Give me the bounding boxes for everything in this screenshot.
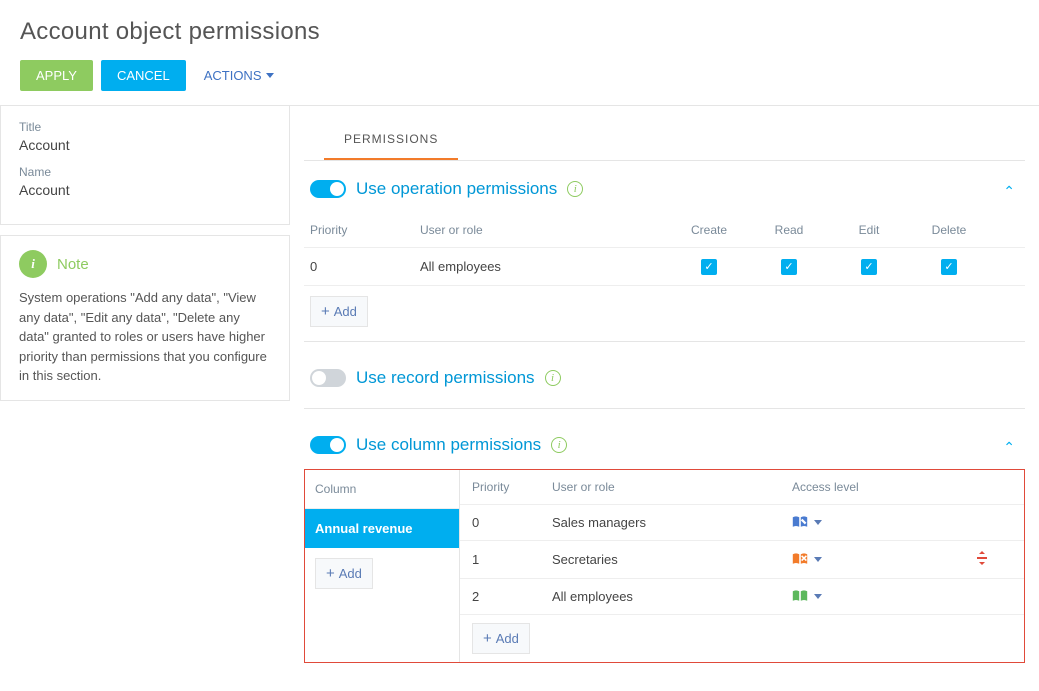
page-header: Account object permissions APPLY CANCEL … [0, 0, 1039, 106]
note-panel: i Note System operations "Add any data",… [0, 235, 290, 401]
read-checkbox[interactable] [781, 259, 797, 275]
add-label: Add [334, 304, 357, 319]
col-delete: Delete [909, 223, 989, 237]
cp-priority: 2 [472, 589, 552, 604]
help-icon[interactable]: i [545, 370, 561, 386]
actions-label: ACTIONS [204, 68, 262, 83]
access-level-select[interactable] [792, 552, 952, 566]
plus-icon: + [321, 303, 330, 320]
note-body: System operations "Add any data", "View … [19, 288, 271, 386]
book-deny-icon [792, 552, 808, 566]
record-permissions-section: Use record permissions i [304, 368, 1025, 417]
info-icon: i [19, 250, 47, 278]
cp-col-priority: Priority [472, 480, 552, 494]
help-icon[interactable]: i [551, 437, 567, 453]
cp-user: Secretaries [552, 552, 792, 567]
column-permissions-box: Column Annual revenue + Add Priority Use… [304, 469, 1025, 663]
chevron-down-icon [814, 520, 822, 525]
chevron-down-icon [814, 557, 822, 562]
main-content: PERMISSIONS Use operation permissions i … [290, 106, 1039, 691]
col-read: Read [749, 223, 829, 237]
sidebar: Title Account Name Account i Note System… [0, 106, 290, 691]
add-operation-button[interactable]: + Add [310, 296, 368, 327]
add-column-button[interactable]: + Add [315, 558, 373, 589]
row-user: All employees [420, 259, 669, 274]
column-item-annual-revenue[interactable]: Annual revenue [305, 509, 459, 548]
name-value[interactable]: Account [19, 182, 271, 198]
chevron-down-icon [266, 73, 274, 78]
operation-title[interactable]: Use operation permissions [356, 179, 557, 199]
column-access-row[interactable]: 1 Secretaries [460, 541, 1024, 579]
cp-user: All employees [552, 589, 792, 604]
col-edit: Edit [829, 223, 909, 237]
cp-priority: 1 [472, 552, 552, 567]
col-create: Create [669, 223, 749, 237]
details-panel: Title Account Name Account [0, 106, 290, 225]
actions-menu[interactable]: ACTIONS [204, 68, 274, 83]
record-toggle[interactable] [310, 369, 346, 387]
add-label: Add [339, 566, 362, 581]
tab-permissions[interactable]: PERMISSIONS [324, 120, 458, 160]
column-access-table: Priority User or role Access level 0 Sal… [460, 470, 1024, 662]
add-label: Add [496, 631, 519, 646]
plus-icon: + [483, 630, 492, 647]
collapse-caret-icon[interactable]: ⌃ [1003, 183, 1015, 200]
toolbar: APPLY CANCEL ACTIONS [20, 60, 1019, 91]
plus-icon: + [326, 565, 335, 582]
column-title[interactable]: Use column permissions [356, 435, 541, 455]
column-access-row[interactable]: 0 Sales managers [460, 505, 1024, 541]
cp-priority: 0 [472, 515, 552, 530]
cp-col-user: User or role [552, 480, 792, 494]
add-column-access-button[interactable]: + Add [472, 623, 530, 654]
column-permissions-section: Use column permissions i ⌃ Column Annual… [304, 435, 1025, 671]
create-checkbox[interactable] [701, 259, 717, 275]
cp-col-access: Access level [792, 480, 952, 494]
delete-checkbox[interactable] [941, 259, 957, 275]
tabs: PERMISSIONS [304, 116, 1025, 161]
page-title: Account object permissions [20, 18, 1019, 46]
drag-handle-icon[interactable] [952, 551, 1012, 568]
col-priority: Priority [310, 223, 420, 237]
chevron-down-icon [814, 594, 822, 599]
note-title: Note [57, 256, 89, 273]
row-priority: 0 [310, 259, 420, 274]
apply-button[interactable]: APPLY [20, 60, 93, 91]
book-edit-icon [792, 515, 808, 529]
column-access-row[interactable]: 2 All employees [460, 579, 1024, 615]
book-read-icon [792, 589, 808, 603]
collapse-caret-icon[interactable]: ⌃ [1003, 439, 1015, 456]
operation-toggle[interactable] [310, 180, 346, 198]
cancel-button[interactable]: CANCEL [101, 60, 186, 91]
name-label: Name [19, 165, 271, 179]
column-list-header: Column [305, 470, 459, 509]
access-level-select[interactable] [792, 589, 952, 603]
access-level-select[interactable] [792, 515, 952, 529]
title-value[interactable]: Account [19, 137, 271, 153]
column-list: Column Annual revenue + Add [305, 470, 460, 662]
cp-user: Sales managers [552, 515, 792, 530]
col-user: User or role [420, 223, 669, 237]
record-title[interactable]: Use record permissions [356, 368, 535, 388]
title-label: Title [19, 120, 271, 134]
operation-permissions-section: Use operation permissions i ⌃ Priority U… [304, 179, 1025, 350]
operation-table: Priority User or role Create Read Edit D… [304, 213, 1025, 286]
column-toggle[interactable] [310, 436, 346, 454]
operation-row[interactable]: 0 All employees [304, 248, 1025, 286]
edit-checkbox[interactable] [861, 259, 877, 275]
help-icon[interactable]: i [567, 181, 583, 197]
